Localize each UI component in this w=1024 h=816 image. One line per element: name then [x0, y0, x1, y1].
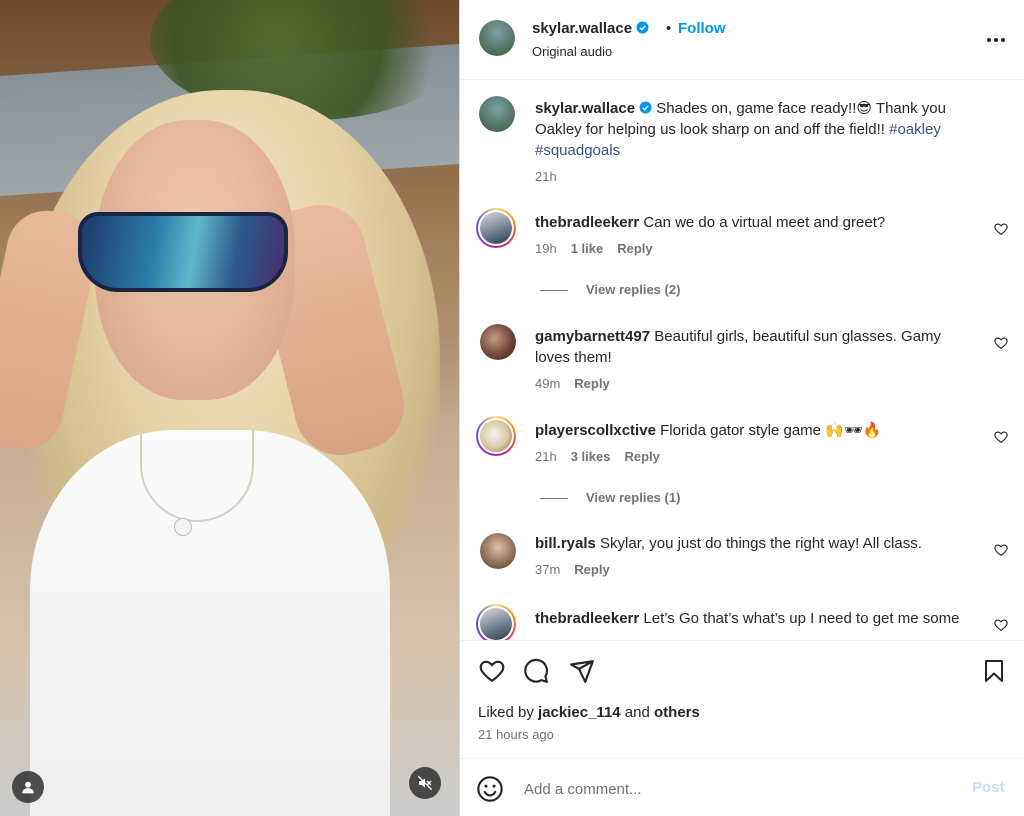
- like-comment-heart-icon[interactable]: [994, 430, 1008, 444]
- verified-badge-icon: [639, 101, 652, 114]
- like-comment-heart-icon[interactable]: [994, 222, 1008, 236]
- post-header: skylar.wallace • Follow Original audio: [460, 0, 1024, 80]
- reply-button[interactable]: Reply: [624, 449, 659, 464]
- reply-button[interactable]: Reply: [574, 376, 609, 391]
- comment-meta: 49m Reply: [535, 376, 624, 391]
- like-comment-heart-icon[interactable]: [994, 336, 1008, 350]
- comment-likes[interactable]: 1 like: [571, 241, 604, 256]
- comment-time[interactable]: 19h: [535, 241, 557, 256]
- pendant: [174, 518, 192, 536]
- comment-username[interactable]: gamybarnett497: [535, 328, 650, 345]
- comment-button[interactable]: [522, 657, 550, 685]
- caption-meta: 21h: [535, 169, 571, 184]
- comment-username[interactable]: thebradleekerr: [535, 214, 639, 231]
- audio-muted-button[interactable]: [409, 767, 441, 799]
- like-button[interactable]: [478, 657, 506, 685]
- like-comment-heart-icon[interactable]: [994, 543, 1008, 557]
- add-comment-bar: Post: [460, 758, 1024, 816]
- audio-link[interactable]: Original audio: [532, 44, 612, 59]
- speaker-muted-icon: [417, 775, 433, 791]
- commenter-avatar[interactable]: [480, 324, 516, 360]
- replies-divider: [540, 498, 568, 500]
- comment-username[interactable]: bill.ryals: [535, 535, 596, 552]
- comment-icon: [524, 658, 549, 683]
- hashtag-oakley[interactable]: #oakley: [889, 121, 941, 138]
- comment-username[interactable]: thebradleekerr: [535, 610, 639, 627]
- liked-by-user[interactable]: jackiec_114: [538, 704, 621, 721]
- reply-button[interactable]: Reply: [617, 241, 652, 256]
- post-actions: Liked by jackiec_114 and others 21 hours…: [460, 640, 1024, 758]
- comment-text: gamybarnett497 Beautiful girls, beautifu…: [535, 328, 942, 366]
- caption-time[interactable]: 21h: [535, 169, 557, 184]
- comment-meta: 37m Reply: [535, 562, 624, 577]
- liked-by: Liked by jackiec_114 and others: [478, 704, 700, 721]
- share-button[interactable]: [568, 657, 596, 685]
- comment-text: thebradleekerr Let’s Go that’s what’s up…: [535, 610, 960, 627]
- post-side-panel: skylar.wallace • Follow Original audio s…: [459, 0, 1024, 816]
- view-replies-button[interactable]: View replies (1): [540, 490, 680, 505]
- author-username[interactable]: skylar.wallace: [532, 20, 649, 37]
- caption-text: skylar.wallace Shades on, game face read…: [535, 98, 975, 161]
- user-icon: [22, 781, 34, 794]
- caption-username[interactable]: skylar.wallace: [535, 100, 635, 117]
- view-replies-button[interactable]: View replies (2): [540, 282, 680, 297]
- post-comment-button[interactable]: Post: [972, 779, 1005, 796]
- comment-username[interactable]: playerscollxctive: [535, 422, 656, 439]
- heart-icon: [479, 660, 505, 683]
- reply-button[interactable]: Reply: [574, 562, 609, 577]
- follow-button[interactable]: Follow: [678, 20, 726, 37]
- more-options-button[interactable]: [984, 30, 1008, 50]
- comment-time[interactable]: 37m: [535, 562, 560, 577]
- liked-by-others[interactable]: others: [654, 704, 700, 721]
- commenter-avatar[interactable]: [476, 416, 516, 456]
- comment-text: playerscollxctive Florida gator style ga…: [535, 422, 882, 439]
- author-avatar-small[interactable]: [479, 96, 515, 132]
- like-comment-heart-icon[interactable]: [994, 618, 1008, 632]
- comment-time[interactable]: 21h: [535, 449, 557, 464]
- replies-divider: [540, 290, 568, 292]
- hashtag-squadgoals[interactable]: #squadgoals: [535, 142, 620, 159]
- send-icon: [570, 660, 594, 683]
- comment-likes[interactable]: 3 likes: [571, 449, 611, 464]
- comment-meta: 21h 3 likes Reply: [535, 449, 674, 464]
- author-avatar[interactable]: [479, 20, 515, 56]
- bookmark-icon: [985, 660, 1003, 682]
- sunglasses: [78, 212, 288, 292]
- separator-dot: •: [666, 20, 672, 37]
- comment-input[interactable]: [522, 773, 946, 805]
- emoji-icon[interactable]: [476, 775, 504, 803]
- commenter-avatar[interactable]: [476, 604, 516, 640]
- verified-badge-icon: [636, 21, 649, 34]
- commenter-avatar[interactable]: [480, 533, 516, 569]
- commenter-avatar[interactable]: [476, 208, 516, 248]
- comment-meta: 19h 1 like Reply: [535, 241, 667, 256]
- more-horizontal-icon: [987, 38, 1005, 42]
- post-video[interactable]: [0, 0, 459, 816]
- comment-time[interactable]: 49m: [535, 376, 560, 391]
- save-button[interactable]: [980, 657, 1008, 685]
- comment-text: thebradleekerr Can we do a virtual meet …: [535, 214, 886, 231]
- post-timestamp[interactable]: 21 hours ago: [478, 727, 554, 742]
- comments-list: skylar.wallace Shades on, game face read…: [460, 80, 1024, 640]
- tagged-users-button[interactable]: [12, 771, 44, 803]
- comment-text: bill.ryals Skylar, you just do things th…: [535, 535, 922, 552]
